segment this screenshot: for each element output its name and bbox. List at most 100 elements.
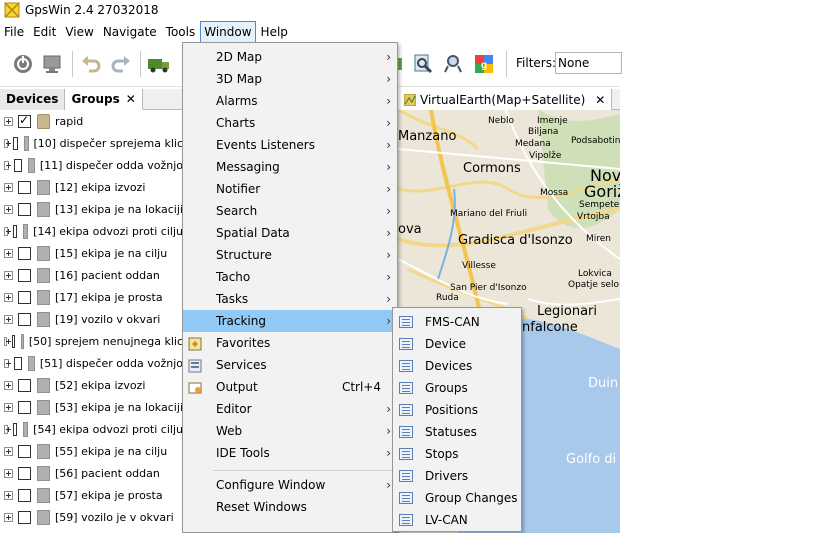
close-icon[interactable]: ✕ (126, 92, 136, 106)
menu-item-tracking[interactable]: Tracking › (183, 310, 397, 332)
menu-item-ide-tools[interactable]: IDE Tools › (183, 442, 397, 464)
menu-item-charts[interactable]: Charts › (183, 112, 397, 134)
filters-select[interactable]: None (555, 52, 622, 74)
row-checkbox[interactable] (18, 290, 31, 304)
expand-icon[interactable] (4, 116, 13, 126)
expand-icon[interactable] (4, 336, 11, 346)
menu-item-tasks[interactable]: Tasks › (183, 288, 397, 310)
row-checkbox[interactable] (18, 378, 31, 392)
expand-icon[interactable] (4, 248, 13, 258)
tree-row[interactable]: [53] ekipa je na lokaciji (0, 396, 183, 418)
row-checkbox[interactable] (18, 488, 31, 502)
menu-window[interactable]: Window (200, 20, 256, 43)
tree-row[interactable]: [11] dispečer odda vožnjo (0, 154, 183, 176)
submenu-item-lv-can[interactable]: LV-CAN (393, 509, 521, 531)
tree-row[interactable]: [14] ekipa odvozi proti cilju (0, 220, 183, 242)
row-checkbox[interactable] (12, 136, 18, 150)
row-checkbox[interactable] (12, 224, 18, 238)
google-icon[interactable]: g (471, 51, 497, 77)
menu-item-structure[interactable]: Structure › (183, 244, 397, 266)
row-checkbox[interactable] (18, 202, 31, 216)
submenu-item-group-changes[interactable]: Group Changes (393, 487, 521, 509)
submenu-item-stops[interactable]: Stops (393, 443, 521, 465)
tab-virtualearth[interactable]: VirtualEarth(Map+Satellite) ✕ (398, 89, 613, 110)
menu-item-2d-map[interactable]: 2D Map › (183, 46, 397, 68)
submenu-item-positions[interactable]: Positions (393, 399, 521, 421)
expand-icon[interactable] (4, 380, 13, 390)
tree-row[interactable]: [55] ekipa je na cilju (0, 440, 183, 462)
menu-item-alarms[interactable]: Alarms › (183, 90, 397, 112)
power-icon[interactable] (10, 51, 36, 77)
tree-row[interactable]: [57] ekipa je prosta (0, 484, 183, 506)
expand-icon[interactable] (4, 424, 11, 434)
menu-file[interactable]: File (0, 21, 28, 43)
row-checkbox[interactable] (11, 334, 15, 348)
submenu-item-device[interactable]: Device (393, 333, 521, 355)
menu-item-messaging[interactable]: Messaging › (183, 156, 397, 178)
menu-item-output[interactable]: Output Ctrl+4 (183, 376, 397, 398)
menu-item-spatial-data[interactable]: Spatial Data › (183, 222, 397, 244)
menu-tools[interactable]: Tools (162, 21, 200, 43)
row-checkbox[interactable] (18, 510, 31, 524)
menu-item-web[interactable]: Web › (183, 420, 397, 442)
close-icon[interactable]: ✕ (595, 90, 605, 110)
submenu-item-statuses[interactable]: Statuses (393, 421, 521, 443)
row-checkbox[interactable] (18, 312, 31, 326)
expand-icon[interactable] (4, 314, 13, 324)
expand-icon[interactable] (4, 402, 13, 412)
menu-item-search[interactable]: Search › (183, 200, 397, 222)
row-checkbox[interactable] (12, 422, 18, 436)
expand-icon[interactable] (4, 160, 12, 170)
tree-row[interactable]: [51] dispečer odda vožnjo (0, 352, 183, 374)
expand-icon[interactable] (4, 490, 13, 500)
row-checkbox[interactable] (18, 180, 31, 194)
expand-icon[interactable] (4, 468, 13, 478)
tree-row[interactable]: rapid (0, 110, 183, 132)
expand-icon[interactable] (4, 138, 11, 148)
menu-item-editor[interactable]: Editor › (183, 398, 397, 420)
tree-row[interactable]: [50] sprejem nenujnega klic (0, 330, 183, 352)
submenu-item-groups[interactable]: Groups (393, 377, 521, 399)
row-checkbox[interactable] (18, 444, 31, 458)
menu-item-notifier[interactable]: Notifier › (183, 178, 397, 200)
menu-item-tacho[interactable]: Tacho › (183, 266, 397, 288)
tree-row[interactable]: [54] ekipa odvozi proti cilju (0, 418, 183, 440)
expand-icon[interactable] (4, 226, 11, 236)
row-checkbox[interactable] (18, 113, 31, 128)
row-checkbox[interactable] (14, 158, 22, 172)
tree-row[interactable]: [10] dispečer sprejema klic (0, 132, 183, 154)
computer-icon[interactable] (40, 51, 66, 77)
redo-icon[interactable] (108, 51, 134, 77)
menu-view[interactable]: View (61, 21, 97, 43)
row-checkbox[interactable] (18, 466, 31, 480)
tree-row[interactable]: [19] vozilo v okvari (0, 308, 183, 330)
tree-row[interactable]: [52] ekipa izvozi (0, 374, 183, 396)
menu-help[interactable]: Help (257, 21, 292, 43)
submenu-item-drivers[interactable]: Drivers (393, 465, 521, 487)
tree-row[interactable]: [56] pacient oddan (0, 462, 183, 484)
menu-item-services[interactable]: Services (183, 354, 397, 376)
menu-item-reset-windows[interactable]: Reset Windows (183, 496, 397, 518)
menu-navigate[interactable]: Navigate (99, 21, 161, 43)
menu-edit[interactable]: Edit (29, 21, 60, 43)
row-checkbox[interactable] (18, 268, 31, 282)
row-checkbox[interactable] (14, 356, 22, 370)
row-checkbox[interactable] (18, 246, 31, 260)
truck-icon[interactable] (146, 51, 172, 77)
tree-row[interactable]: [12] ekipa izvozi (0, 176, 183, 198)
search-icon[interactable] (440, 51, 466, 77)
undo-icon[interactable] (78, 51, 104, 77)
tree-row[interactable]: [13] ekipa je na lokaciji (0, 198, 183, 220)
menu-item-favorites[interactable]: Favorites (183, 332, 397, 354)
expand-icon[interactable] (4, 292, 13, 302)
menu-item-events-listeners[interactable]: Events Listeners › (183, 134, 397, 156)
menu-item-3d-map[interactable]: 3D Map › (183, 68, 397, 90)
submenu-item-fms-can[interactable]: FMS-CAN (393, 311, 521, 333)
tree-row[interactable]: [59] vozilo je v okvari (0, 506, 183, 528)
submenu-item-devices[interactable]: Devices (393, 355, 521, 377)
row-checkbox[interactable] (18, 400, 31, 414)
expand-icon[interactable] (4, 182, 13, 192)
expand-icon[interactable] (4, 446, 13, 456)
tree-row[interactable]: [16] pacient oddan (0, 264, 183, 286)
expand-icon[interactable] (4, 358, 12, 368)
